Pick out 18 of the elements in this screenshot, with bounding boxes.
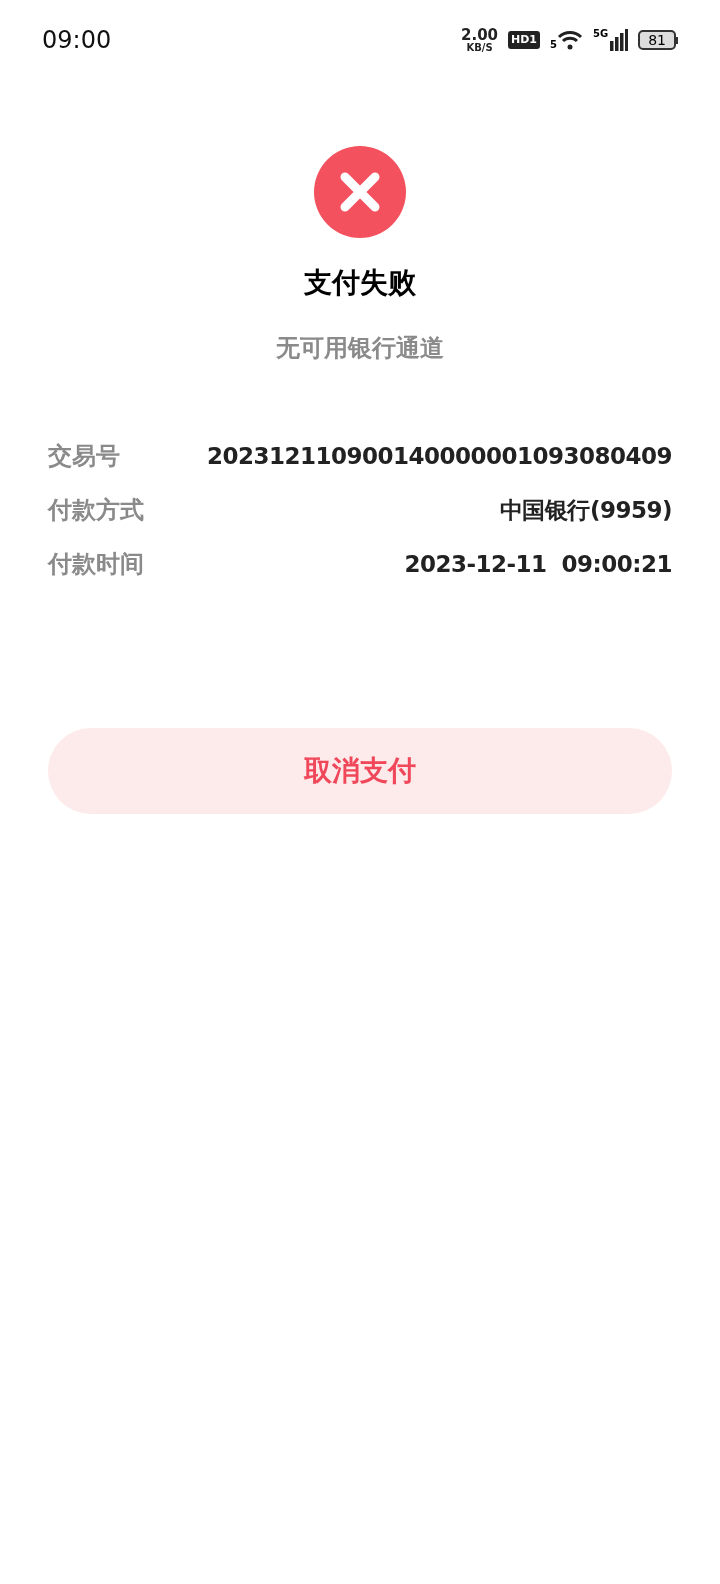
detail-label: 付款时间 — [48, 549, 144, 580]
error-icon — [314, 146, 406, 238]
detail-label: 交易号 — [48, 441, 120, 472]
detail-value: 202312110900140000001093080409 — [206, 441, 672, 471]
status-time: 09:00 — [42, 25, 112, 56]
detail-label: 付款方式 — [48, 495, 144, 526]
wifi-icon — [557, 30, 583, 50]
cancel-payment-button[interactable]: 取消支付 — [48, 728, 672, 814]
network-speed: 2.00 KB/S — [461, 27, 499, 53]
battery-icon: 81 — [638, 30, 678, 50]
network-type: 5G — [593, 29, 609, 39]
result-title: 支付失败 — [304, 265, 416, 301]
signal-icon — [610, 29, 629, 51]
result-message: 无可用银行通道 — [276, 333, 444, 364]
hd-badge: HD1 — [508, 31, 541, 49]
wifi-band-label: 5 — [550, 40, 557, 50]
detail-value: 2023-12-11 09:00:21 — [404, 549, 672, 579]
detail-value: 中国银行(9959) — [499, 495, 672, 525]
